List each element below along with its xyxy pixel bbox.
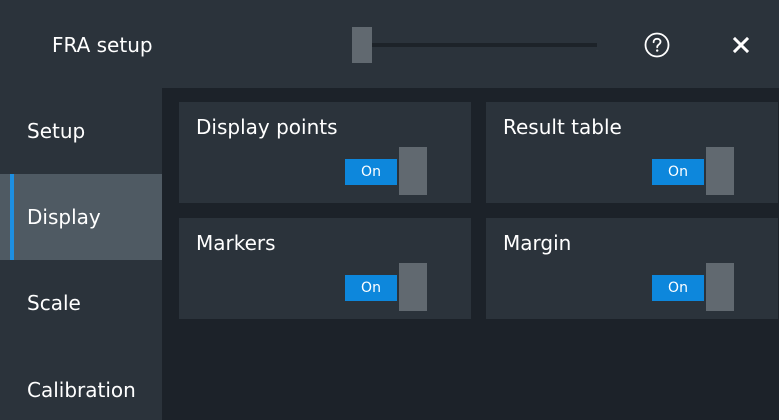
result-table-toggle[interactable]: On [652,147,736,195]
toggle-knob [399,263,427,311]
display-panel: Display points On Result table On Marker… [165,88,779,420]
display-points-card: Display points On [179,102,471,203]
result-table-label: Result table [503,115,622,139]
active-indicator [10,174,14,260]
margin-label: Margin [503,231,572,255]
markers-card: Markers On [179,218,471,319]
markers-toggle[interactable]: On [345,263,429,311]
sidebar-item-scale[interactable]: Scale [0,260,162,346]
help-button[interactable] [644,32,670,58]
sidebar: Setup Display Scale Calibration [0,88,162,420]
sidebar-item-label: Setup [27,119,86,143]
sidebar-item-label: Calibration [27,378,136,402]
display-points-label: Display points [196,115,338,139]
toggle-knob [706,147,734,195]
transparency-slider-handle[interactable] [352,27,372,63]
sidebar-item-display[interactable]: Display [0,174,162,260]
toggle-knob [399,147,427,195]
margin-toggle[interactable]: On [652,263,736,311]
toggle-knob [706,263,734,311]
toggle-on-label: On [652,159,704,185]
close-icon [732,36,750,54]
sidebar-item-label: Scale [27,291,81,315]
sidebar-item-calibration[interactable]: Calibration [0,346,162,420]
sidebar-item-label: Display [27,205,101,229]
dialog-title: FRA setup [52,33,153,57]
help-circle-icon [644,32,670,58]
margin-card: Margin On [486,218,778,319]
sidebar-item-setup[interactable]: Setup [0,88,162,174]
markers-label: Markers [196,231,276,255]
toggle-on-label: On [345,275,397,301]
display-points-toggle[interactable]: On [345,147,429,195]
toggle-on-label: On [652,275,704,301]
transparency-slider-track[interactable] [352,43,597,47]
title-bar: FRA setup [0,0,779,88]
toggle-on-label: On [345,159,397,185]
close-button[interactable] [729,33,753,57]
result-table-card: Result table On [486,102,778,203]
